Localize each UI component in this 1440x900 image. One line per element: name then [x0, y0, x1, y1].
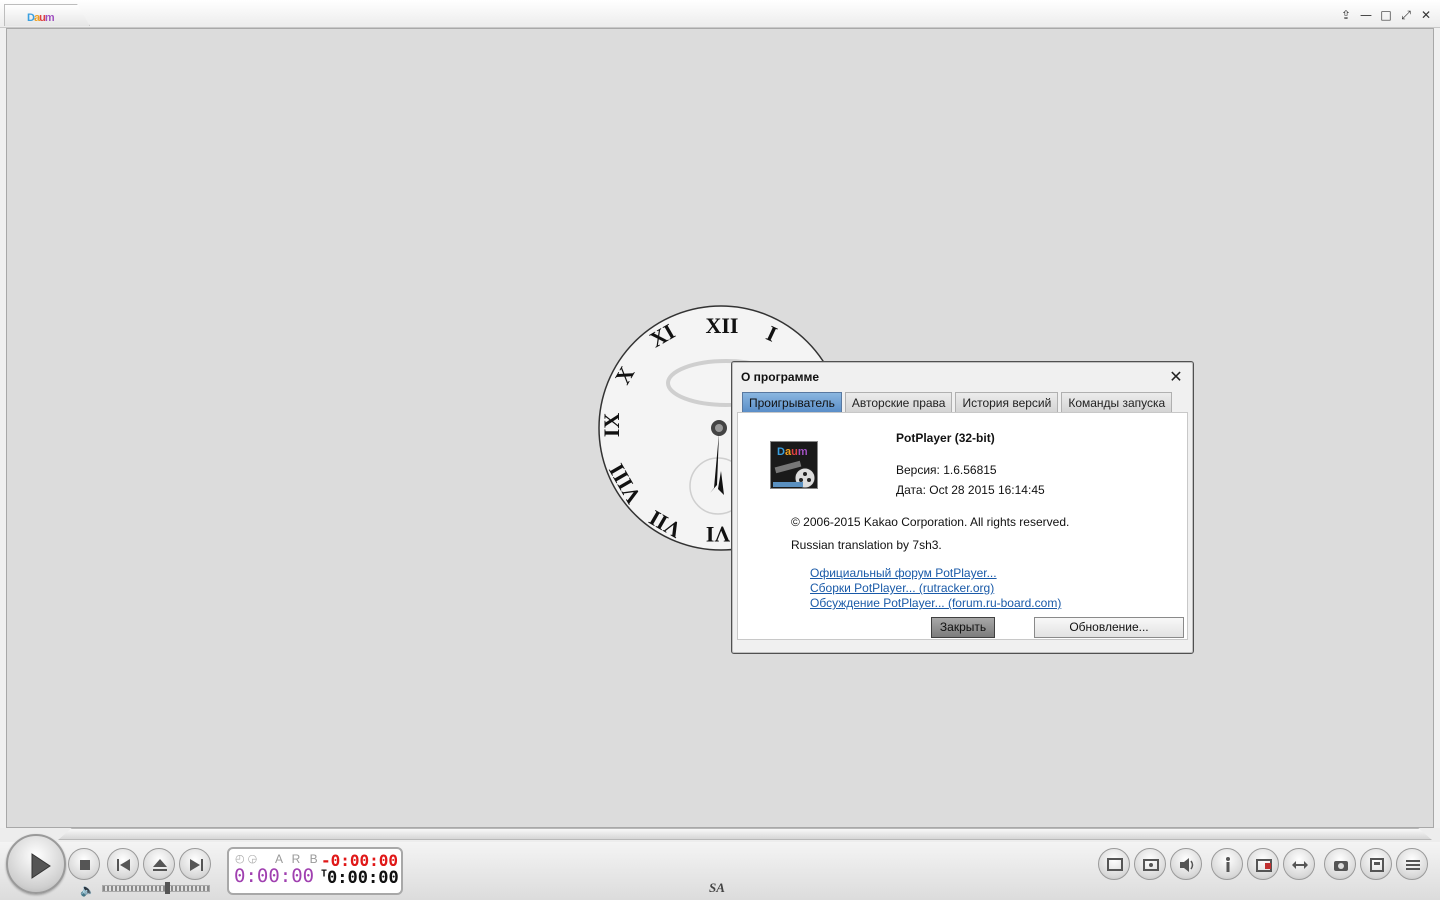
close-icon[interactable]: ✕	[1167, 368, 1185, 386]
stop-button[interactable]	[68, 848, 100, 880]
window-controls: ⇪ — □ ⤢ ✕	[1338, 8, 1434, 22]
about-dialog: О программе ✕ Проигрыватель Авторские пр…	[731, 361, 1194, 654]
pin-icon[interactable]: ⇪	[1338, 8, 1354, 22]
status-icons: ◴ ◶	[235, 853, 258, 865]
numeral-xii: XII	[705, 313, 738, 338]
speaker-icon	[1180, 858, 1194, 872]
previous-icon	[117, 859, 130, 871]
list-icon	[1406, 860, 1420, 870]
maximize-icon[interactable]: □	[1378, 8, 1394, 22]
video-settings-button[interactable]	[1134, 848, 1166, 880]
open-file-button[interactable]	[1247, 848, 1279, 880]
tab-player[interactable]: Проигрыватель	[742, 392, 842, 412]
volume-slider[interactable]	[102, 885, 210, 892]
next-button[interactable]	[179, 848, 211, 880]
window-icon	[1370, 858, 1384, 872]
close-icon[interactable]: ✕	[1418, 8, 1434, 22]
update-button[interactable]: Обновление...	[1034, 617, 1184, 638]
date-text: Дата: Oct 28 2015 16:14:45	[896, 483, 1045, 497]
arrows-icon	[1292, 861, 1308, 869]
app-logo-tab[interactable]: Daum	[4, 4, 90, 26]
dialog-title: О программе	[741, 370, 820, 384]
translation-text: Russian translation by 7sh3.	[791, 538, 942, 552]
speaker-icon[interactable]: 🔈	[80, 883, 95, 897]
folder-icon	[1256, 859, 1272, 872]
close-button[interactable]: Закрыть	[931, 617, 995, 638]
time-display[interactable]: ◴ ◶ A R B 0:00:00 -0:00:00 T0:00:00	[227, 847, 403, 895]
daum-logo: Daum	[27, 12, 55, 24]
playlist-button[interactable]	[1396, 848, 1428, 880]
tab-version-history[interactable]: История версий	[955, 392, 1059, 412]
audio-button[interactable]	[1170, 848, 1202, 880]
elapsed-time: 0:00:00	[234, 865, 315, 887]
info-icon	[1226, 857, 1230, 872]
screen-button[interactable]	[1098, 848, 1130, 880]
numeral-vi: VI	[706, 522, 730, 547]
app-icon: Daum	[770, 441, 818, 489]
link-official-forum[interactable]: Официальный форум PotPlayer...	[810, 566, 997, 580]
previous-button[interactable]	[107, 848, 139, 880]
camera-icon	[1334, 861, 1348, 871]
tab-copyright[interactable]: Авторские права	[844, 392, 953, 412]
stop-icon	[80, 860, 90, 870]
product-name: PotPlayer (32-bit)	[896, 431, 995, 445]
total-time: T0:00:00	[321, 868, 399, 888]
volume-knob[interactable]	[164, 882, 170, 894]
minimize-icon[interactable]: —	[1358, 8, 1374, 22]
seek-bar[interactable]	[0, 828, 1440, 842]
dialog-tabs: Проигрыватель Авторские права История ве…	[742, 392, 1173, 412]
eject-icon	[153, 859, 167, 871]
play-icon	[31, 853, 51, 879]
play-button[interactable]	[6, 834, 66, 894]
skin-button[interactable]	[1360, 848, 1392, 880]
eject-button[interactable]	[143, 848, 175, 880]
fullscreen-icon[interactable]: ⤢	[1398, 8, 1414, 22]
tab-panel: Daum PotPlayer (32-bit) Версия: 1.6.5681…	[737, 412, 1188, 640]
screen-icon	[1107, 858, 1123, 871]
total-value: 0:00:00	[327, 868, 399, 888]
tab-command-line[interactable]: Команды запуска	[1061, 392, 1173, 412]
version-text: Версия: 1.6.56815	[896, 463, 997, 477]
sa-label: SA	[709, 880, 725, 895]
film-icon	[1143, 859, 1159, 871]
capture-button[interactable]	[1324, 848, 1356, 880]
next-icon	[190, 859, 203, 871]
ab-repeat-indicator: A R B	[275, 852, 321, 866]
numeral-ix: IX	[599, 413, 624, 438]
aspect-button[interactable]	[1283, 848, 1315, 880]
link-rutracker[interactable]: Сборки PotPlayer... (rutracker.org)	[810, 581, 994, 595]
link-ru-board[interactable]: Обсуждение PotPlayer... (forum.ru-board.…	[810, 596, 1061, 610]
copyright-text: © 2006-2015 Kakao Corporation. All right…	[791, 515, 1070, 529]
seek-track[interactable]	[58, 828, 1432, 840]
title-bar: Daum ⇪ — □ ⤢ ✕	[0, 0, 1440, 28]
info-button[interactable]	[1211, 848, 1243, 880]
